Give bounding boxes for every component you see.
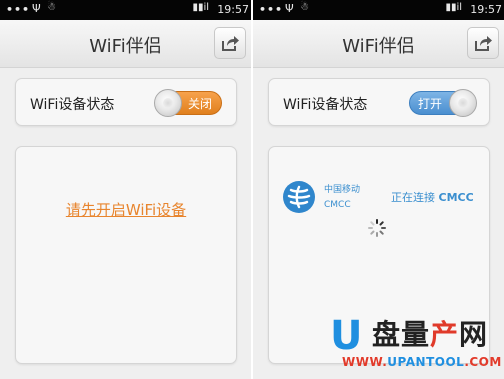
notification-dots: ••• [6,3,31,16]
android-icon: ☃ [47,2,56,13]
watermark-text-part2: 产 [430,318,460,351]
wifi-status-card: WiFi设备状态 关闭 [15,78,237,126]
status-time: 19:57 [217,3,249,16]
notification-dots: ••• [259,3,284,16]
content-panel: 请先开启WiFi设备 [15,146,237,364]
watermark-url-part2: UPANTOOL [387,355,465,369]
signal-icon: ▮▮il [445,2,462,13]
status-time: 19:57 [470,3,502,16]
toggle-knob [154,89,182,117]
signal-icon: ▮▮il [192,2,209,13]
app-header: WiFi伴侣 [253,20,504,68]
wifi-status-label: WiFi设备状态 [283,97,368,113]
toggle-knob [449,89,477,117]
connecting-status: 正在连接 CMCC [391,189,474,205]
left-screen: ••• Ψ ☃ ▮▮il 19:57 WiFi伴侣 WiFi设备状态 关闭 请先… [0,0,251,379]
android-icon: ☃ [300,2,309,13]
carrier-ssid: CMCC [324,200,351,210]
connecting-text: 正在连接 [391,191,435,204]
watermark-logo: U 盘量产网 WWW.UPANTOOL.COM [330,313,502,376]
watermark-text: 盘量产网 [372,320,488,350]
carrier-name: 中国移动 [324,185,361,195]
toggle-text: 打开 [418,97,443,111]
wifi-status-label: WiFi设备状态 [30,97,115,113]
connecting-ssid: CMCC [438,191,474,204]
usb-icon: Ψ [32,2,41,15]
app-header: WiFi伴侣 [0,20,251,68]
share-icon [222,36,239,51]
enable-wifi-link[interactable]: 请先开启WiFi设备 [16,199,236,220]
watermark-text-part3: 网 [459,318,489,351]
china-mobile-logo-icon [283,181,315,213]
share-button[interactable] [214,27,246,59]
watermark-url-part1: WWW. [342,355,388,369]
status-bar: ••• Ψ ☃ ▮▮il 19:57 [253,0,504,20]
usb-icon: Ψ [285,2,294,15]
loading-spinner-icon [368,219,386,237]
watermark-url: WWW.UPANTOOL.COM [342,355,502,369]
toggle-text: 关闭 [188,97,213,111]
watermark-url-part3: .COM [464,355,502,369]
wifi-toggle[interactable]: 关闭 [154,89,222,117]
watermark-letter: U [330,313,363,359]
status-bar: ••• Ψ ☃ ▮▮il 19:57 [0,0,251,20]
wifi-status-card: WiFi设备状态 打开 [268,78,490,126]
share-icon [475,36,492,51]
watermark-text-part1: 盘量 [372,318,431,351]
share-button[interactable] [467,27,499,59]
wifi-toggle[interactable]: 打开 [409,89,477,117]
